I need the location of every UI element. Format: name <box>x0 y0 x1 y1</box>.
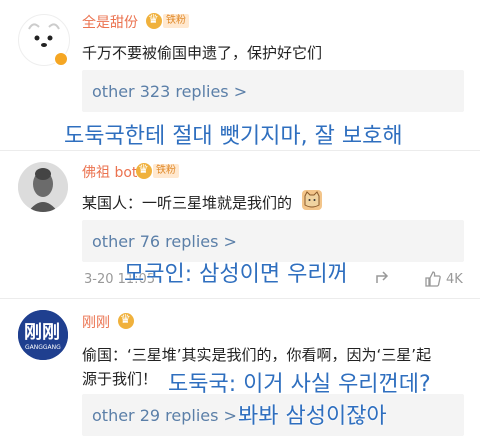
comment-3: 刚刚 GANGGANG 刚刚 偷国：‘三星堆’其实是我们的，你看啊，因为‘三星’… <box>0 298 480 439</box>
translation-overlay: 모국인: 삼성이면 우리꺼 <box>124 262 348 287</box>
fan-badge-label: 铁粉 <box>153 164 179 178</box>
username[interactable]: 全是甜份 <box>82 12 138 32</box>
fan-badge-label: 铁粉 <box>163 14 189 28</box>
comment-text-line-1: 偷国：‘三星堆’其实是我们的，你看啊，因为‘三星’起 <box>82 346 432 364</box>
comment-text-line-2: 源于我们！ <box>82 370 158 388</box>
comment-2: 佛祖 bot 铁粉 某国人：一听三星堆就是我们的 other 76 replie… <box>0 150 480 300</box>
translation-overlay: 도둑국한테 절대 뺏기지마, 잘 보호해 <box>64 124 403 149</box>
translation-overlay-line-1: 도둑국: 이거 사실 우리껀데? <box>168 372 431 397</box>
avatar[interactable]: 刚刚 GANGGANG <box>18 310 68 360</box>
member-badge <box>118 312 134 329</box>
like-icon[interactable] <box>424 270 442 288</box>
share-icon[interactable] <box>374 270 392 288</box>
more-replies-link[interactable]: other 76 replies > <box>92 232 237 251</box>
fan-badge: 铁粉 <box>146 12 189 29</box>
cat-emoji-icon <box>302 190 322 210</box>
more-replies-link[interactable]: other 29 replies > <box>92 406 237 425</box>
fan-badge: 铁粉 <box>136 162 179 179</box>
more-replies-link[interactable]: other 323 replies > <box>92 82 247 101</box>
crown-icon <box>118 312 134 329</box>
username[interactable]: 佛祖 bot <box>82 162 137 182</box>
crown-icon <box>136 162 152 179</box>
like-count: 4K <box>446 272 463 287</box>
avatar-label: 刚刚 <box>24 322 60 343</box>
username[interactable]: 刚刚 <box>82 312 110 332</box>
translation-overlay-line-2: 봐봐 삼성이잖아 <box>238 404 387 429</box>
crown-icon <box>146 12 162 29</box>
comment-1: 全是甜份 铁粉 千万不要被偷国申遗了，保护好它们 other 323 repli… <box>0 0 480 150</box>
avatar[interactable] <box>18 162 68 212</box>
avatar-sublabel: GANGGANG <box>25 344 61 351</box>
vip-dot-icon <box>54 52 68 66</box>
comment-text: 某国人：一听三星堆就是我们的 <box>82 194 293 212</box>
buddha-avatar-icon <box>18 162 68 212</box>
comment-text: 千万不要被偷国申遗了，保护好它们 <box>82 44 323 62</box>
